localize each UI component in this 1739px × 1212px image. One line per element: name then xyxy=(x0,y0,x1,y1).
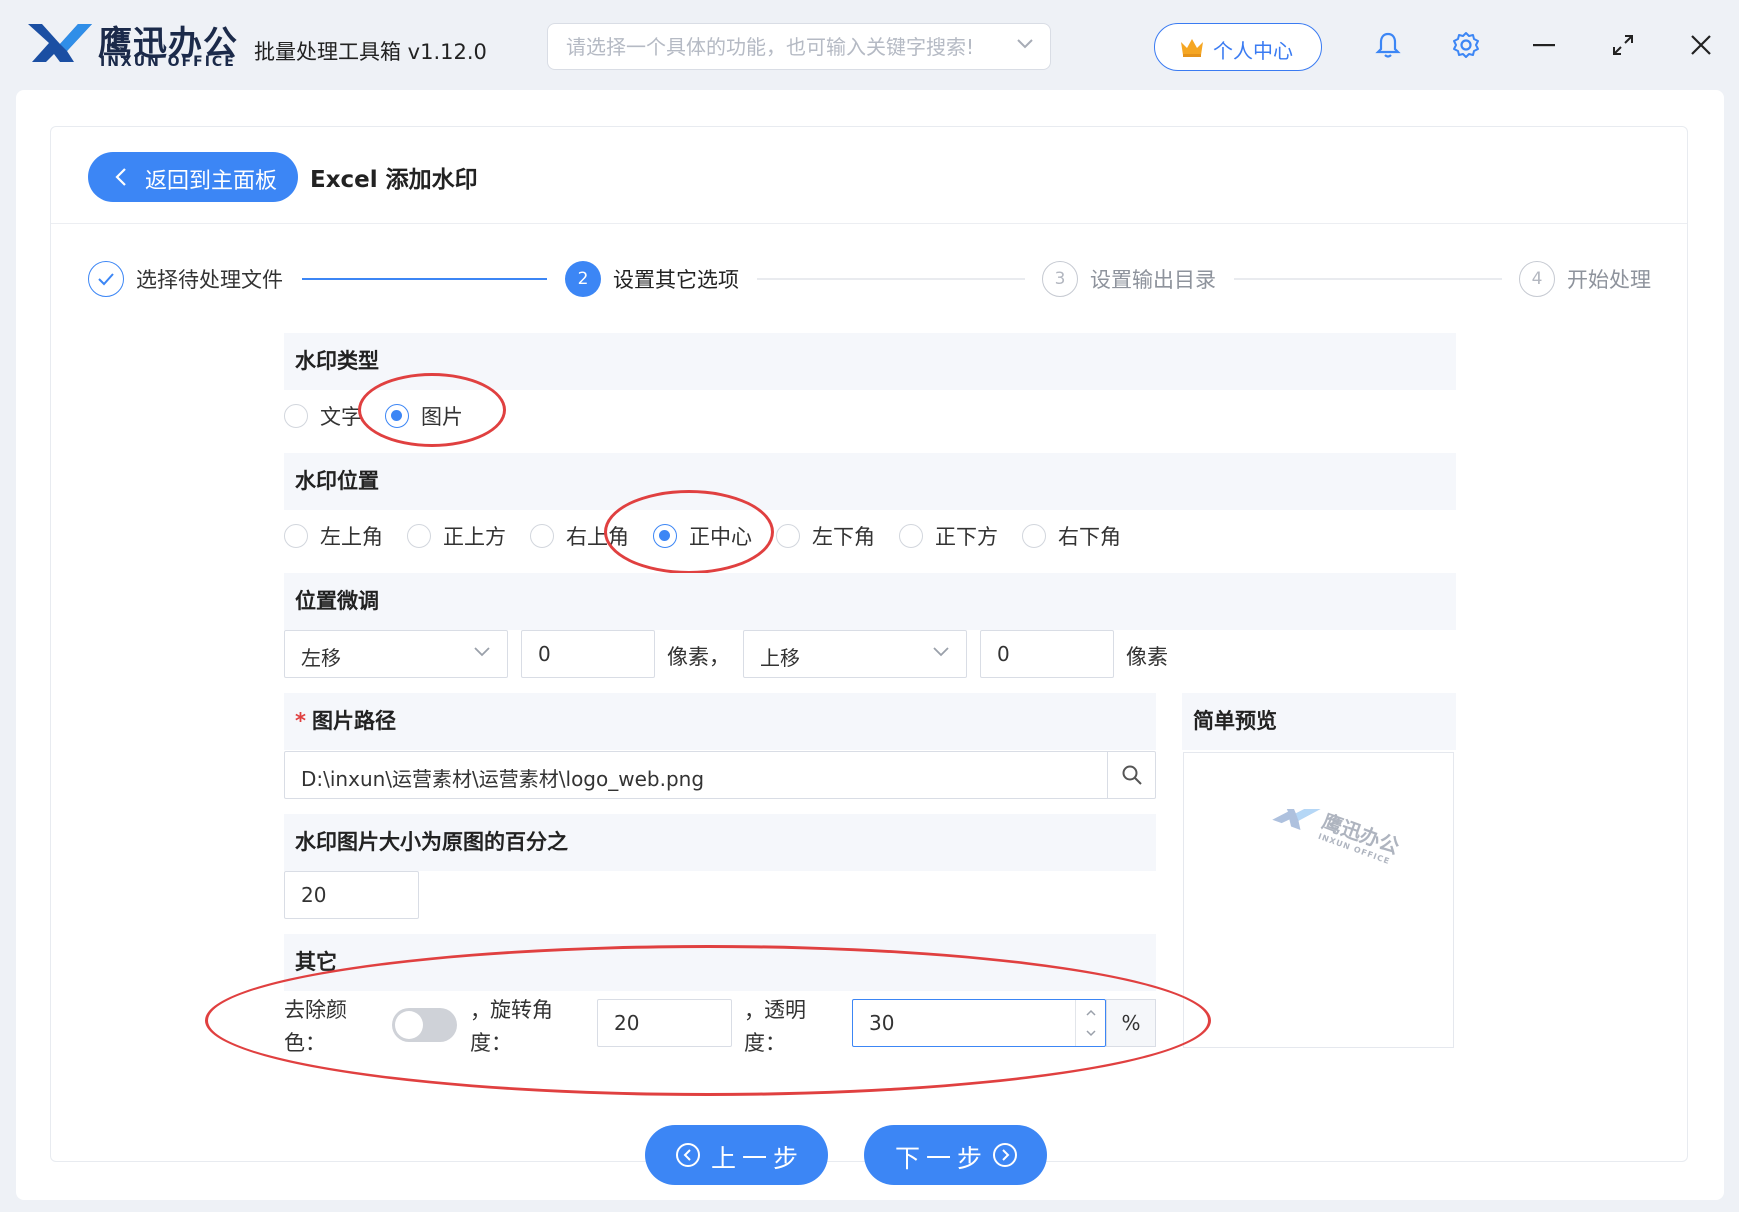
next-step-button[interactable]: 下一步 xyxy=(864,1125,1047,1185)
radio-label: 文字 xyxy=(320,405,362,429)
step-other-options: 2 设置其它选项 xyxy=(565,260,739,298)
watermark-preview-image: 鹰迅办公 INXUN OFFICE xyxy=(1272,809,1402,866)
chevron-left-circle-icon xyxy=(676,1143,700,1167)
radio-bottom-left[interactable]: 左下角 xyxy=(776,521,875,551)
step-label: 选择待处理文件 xyxy=(136,268,283,292)
previous-step-label: 上一步 xyxy=(711,1145,805,1173)
radio-dot[interactable] xyxy=(407,524,431,548)
bell-icon[interactable] xyxy=(1371,28,1405,62)
select-value: 左移 xyxy=(301,646,341,670)
preview-box: 鹰迅办公 INXUN OFFICE xyxy=(1183,752,1454,1048)
scale-heading: 水印图片大小为原图的百分之 xyxy=(284,814,1156,871)
required-mark: * xyxy=(295,709,306,733)
close-icon[interactable] xyxy=(1684,28,1718,62)
step-start-processing: 4 开始处理 xyxy=(1519,260,1651,298)
radio-dot[interactable] xyxy=(284,524,308,548)
image-path-input[interactable]: D:\inxun\运营素材\运营素材\logo_web.png xyxy=(284,751,1156,799)
radio-dot[interactable] xyxy=(284,404,308,428)
select-value: 上移 xyxy=(760,646,800,670)
crown-icon xyxy=(1181,39,1203,57)
step-output-dir: 3 设置输出目录 xyxy=(1042,260,1216,298)
step-connector xyxy=(757,278,1025,280)
chevron-left-icon xyxy=(115,168,126,186)
step-select-files: 选择待处理文件 xyxy=(88,260,283,298)
annotation-ellipse xyxy=(604,490,774,574)
step-label: 设置其它选项 xyxy=(613,268,739,292)
step-connector xyxy=(1234,278,1502,280)
maximize-icon[interactable] xyxy=(1606,28,1640,62)
step-number: 2 xyxy=(565,261,601,297)
app-title: 批量处理工具箱 v1.12.0 xyxy=(254,40,487,64)
chevron-down-icon[interactable] xyxy=(1016,38,1034,50)
scale-percent-input[interactable]: 20 xyxy=(284,871,419,919)
horizontal-direction-select[interactable]: 左移 xyxy=(284,630,508,678)
minimize-icon[interactable] xyxy=(1527,28,1561,62)
image-path-heading: * 图片路径 xyxy=(284,693,1156,750)
unit-label: 像素， xyxy=(667,645,730,669)
chevron-right-circle-icon xyxy=(993,1143,1017,1167)
divider xyxy=(51,223,1687,224)
search-icon xyxy=(1122,765,1142,785)
step-number: 3 xyxy=(1042,261,1078,297)
radio-dot[interactable] xyxy=(1022,524,1046,548)
check-icon xyxy=(88,261,124,297)
page-title: Excel 添加水印 xyxy=(310,167,478,193)
browse-button[interactable] xyxy=(1107,752,1155,798)
radio-dot[interactable] xyxy=(776,524,800,548)
back-button-label: 返回到主面板 xyxy=(145,168,278,193)
step-number: 4 xyxy=(1519,261,1555,297)
function-search[interactable] xyxy=(547,23,1051,70)
fine-tune-heading: 位置微调 xyxy=(284,573,1456,630)
vertical-direction-select[interactable]: 上移 xyxy=(743,630,967,678)
radio-bottom-right[interactable]: 右下角 xyxy=(1022,521,1121,551)
unit-label: 像素 xyxy=(1126,645,1168,669)
radio-label: 左下角 xyxy=(812,525,875,549)
radio-dot[interactable] xyxy=(899,524,923,548)
next-step-label: 下一步 xyxy=(895,1145,989,1173)
radio-label: 正上方 xyxy=(443,525,506,549)
radio-label: 正下方 xyxy=(935,525,998,549)
input-value: 0 xyxy=(538,642,551,666)
step-connector xyxy=(302,278,547,280)
input-value: 20 xyxy=(301,883,327,907)
user-center-label: 个人中心 xyxy=(1213,41,1293,63)
search-input[interactable] xyxy=(566,32,1006,62)
chevron-down-icon xyxy=(933,647,949,657)
vertical-offset-input[interactable]: 0 xyxy=(980,630,1114,678)
brand-name-en: INXUN OFFICE xyxy=(100,54,236,70)
image-path-heading-text: 图片路径 xyxy=(311,709,396,733)
radio-text[interactable]: 文字 xyxy=(284,401,362,431)
radio-top-left[interactable]: 左上角 xyxy=(284,521,383,551)
radio-bottom-center[interactable]: 正下方 xyxy=(899,521,998,551)
gear-icon[interactable] xyxy=(1449,28,1483,62)
brand-logo-icon xyxy=(28,24,92,62)
radio-top-center[interactable]: 正上方 xyxy=(407,521,506,551)
step-label: 开始处理 xyxy=(1567,268,1651,292)
input-value: 0 xyxy=(997,642,1010,666)
preview-heading: 简单预览 xyxy=(1182,693,1456,750)
chevron-down-icon xyxy=(474,647,490,657)
input-value: D:\inxun\运营素材\运营素材\logo_web.png xyxy=(301,767,705,791)
horizontal-offset-input[interactable]: 0 xyxy=(521,630,655,678)
annotation-ellipse xyxy=(358,373,506,447)
annotation-ellipse xyxy=(205,945,1211,1096)
radio-label: 左上角 xyxy=(320,525,383,549)
step-label: 设置输出目录 xyxy=(1090,268,1216,292)
title-bar: 鹰迅办公 INXUN OFFICE 批量处理工具箱 v1.12.0 个人中心 xyxy=(0,0,1739,92)
user-center-button[interactable]: 个人中心 xyxy=(1154,23,1322,71)
radio-dot[interactable] xyxy=(530,524,554,548)
watermark-position-heading: 水印位置 xyxy=(284,453,1456,510)
radio-label: 右下角 xyxy=(1058,525,1121,549)
previous-step-button[interactable]: 上一步 xyxy=(645,1125,828,1185)
back-to-dashboard-button[interactable]: 返回到主面板 xyxy=(88,152,298,202)
